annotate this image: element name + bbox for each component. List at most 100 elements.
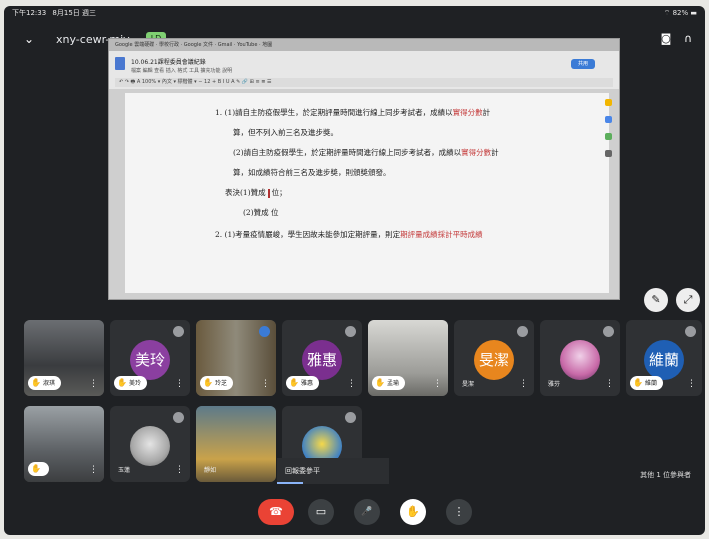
more-options-icon[interactable]: ⋮ bbox=[687, 380, 696, 389]
browser-tabs: Google 雲端硬碟 · 學校行政 · Google 文件 · Gmail ·… bbox=[109, 39, 619, 51]
camera-button[interactable]: ▭ bbox=[308, 499, 334, 525]
participant-tile[interactable]: 美玲 ✋ 美玲 ⋮ bbox=[110, 320, 190, 396]
participant-name: ✋ bbox=[28, 462, 49, 476]
others-label[interactable]: 其他 1 位參與者 bbox=[640, 470, 691, 480]
speaking-icon bbox=[259, 326, 270, 337]
participant-tile[interactable]: ✋ 淑琪 ⋮ bbox=[24, 320, 104, 396]
doc-page: 1. (1)請自主防疫假學生，於定期評量時間進行線上同步考試者，成績以實得分數計… bbox=[125, 93, 609, 293]
participant-tile[interactable]: ✋ 孟瑜 ⋮ bbox=[368, 320, 448, 396]
doc-line: 2. (1)考量疫情嚴峻，學生因故未能參加定期評量，則定期評量成績採計平時成績 bbox=[215, 230, 483, 239]
more-options-icon[interactable]: ⋮ bbox=[89, 466, 98, 475]
participant-tile[interactable]: 雅惠 ✋ 雅惠 ⋮ bbox=[282, 320, 362, 396]
avatar: 維蘭 bbox=[644, 340, 684, 380]
pin-screen-icon[interactable]: ✎ bbox=[644, 288, 668, 312]
doc-header: 10.06.21課程委員會議紀錄 檔案 編輯 查看 插入 格式 工具 擴充功能 … bbox=[109, 51, 619, 89]
text-cursor bbox=[267, 188, 270, 198]
participant-tile[interactable]: ✋ 玲芝 ⋮ bbox=[196, 320, 276, 396]
avatar: 雅惠 bbox=[302, 340, 342, 380]
participant-name: ✋ 維蘭 bbox=[630, 376, 663, 390]
raise-hand-button[interactable]: ✋ bbox=[400, 499, 426, 525]
participant-tile[interactable]: 靜如 bbox=[196, 406, 276, 482]
doc-line: 算，但不列入前三名及進步獎。 bbox=[233, 128, 338, 137]
docs-icon bbox=[115, 57, 125, 70]
more-button[interactable]: ⋮ bbox=[446, 499, 472, 525]
doc-title: 10.06.21課程委員會議紀錄 bbox=[131, 59, 206, 66]
raised-hand-icon: ✋ bbox=[633, 378, 643, 387]
participant-name: 旻潔 bbox=[462, 381, 475, 388]
shared-screen: Google 雲端硬碟 · 學校行政 · Google 文件 · Gmail ·… bbox=[108, 38, 620, 300]
status-battery: ⌔ 82% ▬ bbox=[663, 9, 697, 17]
doc-line: 算，如成績符合前三名及進步獎，則頒獎頒發。 bbox=[233, 168, 391, 177]
mic-button[interactable]: 🎤 bbox=[354, 499, 380, 525]
more-icon: ⋮ bbox=[453, 505, 465, 518]
more-options-icon[interactable]: ⋮ bbox=[433, 380, 442, 389]
participant-name: 玉蓮 bbox=[118, 467, 131, 474]
doc-line: (2)贊成 位 bbox=[243, 208, 279, 217]
keep-icon bbox=[605, 99, 612, 106]
participant-name: 靜如 bbox=[204, 467, 217, 474]
participant-tile[interactable]: ✋ ⋮ bbox=[24, 406, 104, 482]
more-options-icon[interactable]: ⋮ bbox=[261, 380, 270, 389]
headphones-icon[interactable]: ∩ bbox=[681, 32, 695, 46]
doc-side-panel bbox=[605, 99, 615, 219]
camera-icon: ▭ bbox=[315, 505, 327, 518]
tasks-icon bbox=[605, 116, 612, 123]
wifi-icon: ⌔ bbox=[663, 9, 671, 17]
raised-hand-icon: ✋ bbox=[117, 378, 127, 387]
pin-icon[interactable] bbox=[345, 412, 356, 423]
more-options-icon[interactable]: ⋮ bbox=[175, 380, 184, 389]
plus-icon bbox=[605, 150, 612, 157]
participant-name: ✋ 淑琪 bbox=[28, 376, 61, 390]
participant-name: 雅芬 bbox=[548, 381, 561, 388]
raised-hand-icon: ✋ bbox=[375, 378, 385, 387]
more-options-icon[interactable]: ⋮ bbox=[175, 466, 184, 475]
doc-line: 表決(1)贊成 位； bbox=[225, 188, 287, 198]
participant-tile[interactable]: 玉蓮 ⋮ bbox=[110, 406, 190, 482]
participant-name: ✋ 孟瑜 bbox=[372, 376, 405, 390]
avatar: 美玲 bbox=[130, 340, 170, 380]
pin-icon[interactable] bbox=[345, 326, 356, 337]
tablet-screen: 下午12:33 8月15日 週三 ⌔ 82% ▬ ⌄ xny-cewr-mjv … bbox=[4, 6, 705, 535]
more-options-icon[interactable]: ⋮ bbox=[605, 380, 614, 389]
pin-icon[interactable] bbox=[173, 412, 184, 423]
doc-line: (2)請自主防疫假學生，於定期評量時間進行線上同步考試者，成績以實得分數計 bbox=[233, 148, 499, 157]
battery-icon: ▬ bbox=[690, 9, 697, 17]
more-options-icon[interactable]: ⋮ bbox=[89, 380, 98, 389]
raised-hand-icon: ✋ bbox=[31, 464, 41, 473]
chevron-down-icon[interactable]: ⌄ bbox=[24, 32, 38, 46]
hand-icon: ✋ bbox=[406, 505, 420, 518]
calendar-icon bbox=[605, 133, 612, 140]
avatar-photo bbox=[560, 340, 600, 380]
mic-icon: 🎤 bbox=[361, 507, 373, 517]
avatar-photo bbox=[130, 426, 170, 466]
status-time: 下午12:33 bbox=[12, 9, 47, 17]
participant-tile[interactable]: 雅芬 ⋮ bbox=[540, 320, 620, 396]
participant-name: ✋ 雅惠 bbox=[286, 376, 319, 390]
status-bar: 下午12:33 8月15日 週三 ⌔ 82% ▬ bbox=[4, 6, 705, 20]
toast-progress bbox=[277, 482, 303, 484]
pin-icon[interactable] bbox=[603, 326, 614, 337]
pin-icon[interactable] bbox=[517, 326, 528, 337]
pin-icon[interactable] bbox=[685, 326, 696, 337]
doc-toolbar: ↶ ↷ 🖶 A 100% ▾ 內文 ▾ 標楷體 ▾ − 12 + B I U A… bbox=[115, 78, 613, 87]
hangup-button[interactable]: ☎ bbox=[258, 499, 294, 525]
participant-name: ✋ 美玲 bbox=[114, 376, 147, 390]
doc-menu: 檔案 編輯 查看 插入 格式 工具 擴充功能 說明 bbox=[131, 68, 233, 74]
raised-hand-icon: ✋ bbox=[31, 378, 41, 387]
raised-hand-icon: ✋ bbox=[289, 378, 299, 387]
avatar: 旻潔 bbox=[474, 340, 514, 380]
status-date: 8月15日 週三 bbox=[52, 9, 97, 17]
share-button: 共用 bbox=[571, 59, 595, 69]
more-options-icon[interactable]: ⋮ bbox=[519, 380, 528, 389]
phone-icon: ☎ bbox=[269, 505, 283, 518]
doc-line: 1. (1)請自主防疫假學生，於定期評量時間進行線上同步考試者，成績以實得分數計 bbox=[215, 108, 491, 117]
switch-camera-icon[interactable]: ◙ bbox=[659, 32, 673, 46]
fullscreen-icon[interactable]: ⤢ bbox=[676, 288, 700, 312]
raised-hand-icon: ✋ bbox=[203, 378, 213, 387]
pin-icon[interactable] bbox=[173, 326, 184, 337]
more-options-icon[interactable]: ⋮ bbox=[347, 380, 356, 389]
participant-tile[interactable]: 旻潔 旻潔 ⋮ bbox=[454, 320, 534, 396]
participant-tile[interactable]: 維蘭 ✋ 維蘭 ⋮ bbox=[626, 320, 702, 396]
participant-name: ✋ 玲芝 bbox=[200, 376, 233, 390]
caption-toast: 回報委參平 bbox=[277, 458, 389, 484]
